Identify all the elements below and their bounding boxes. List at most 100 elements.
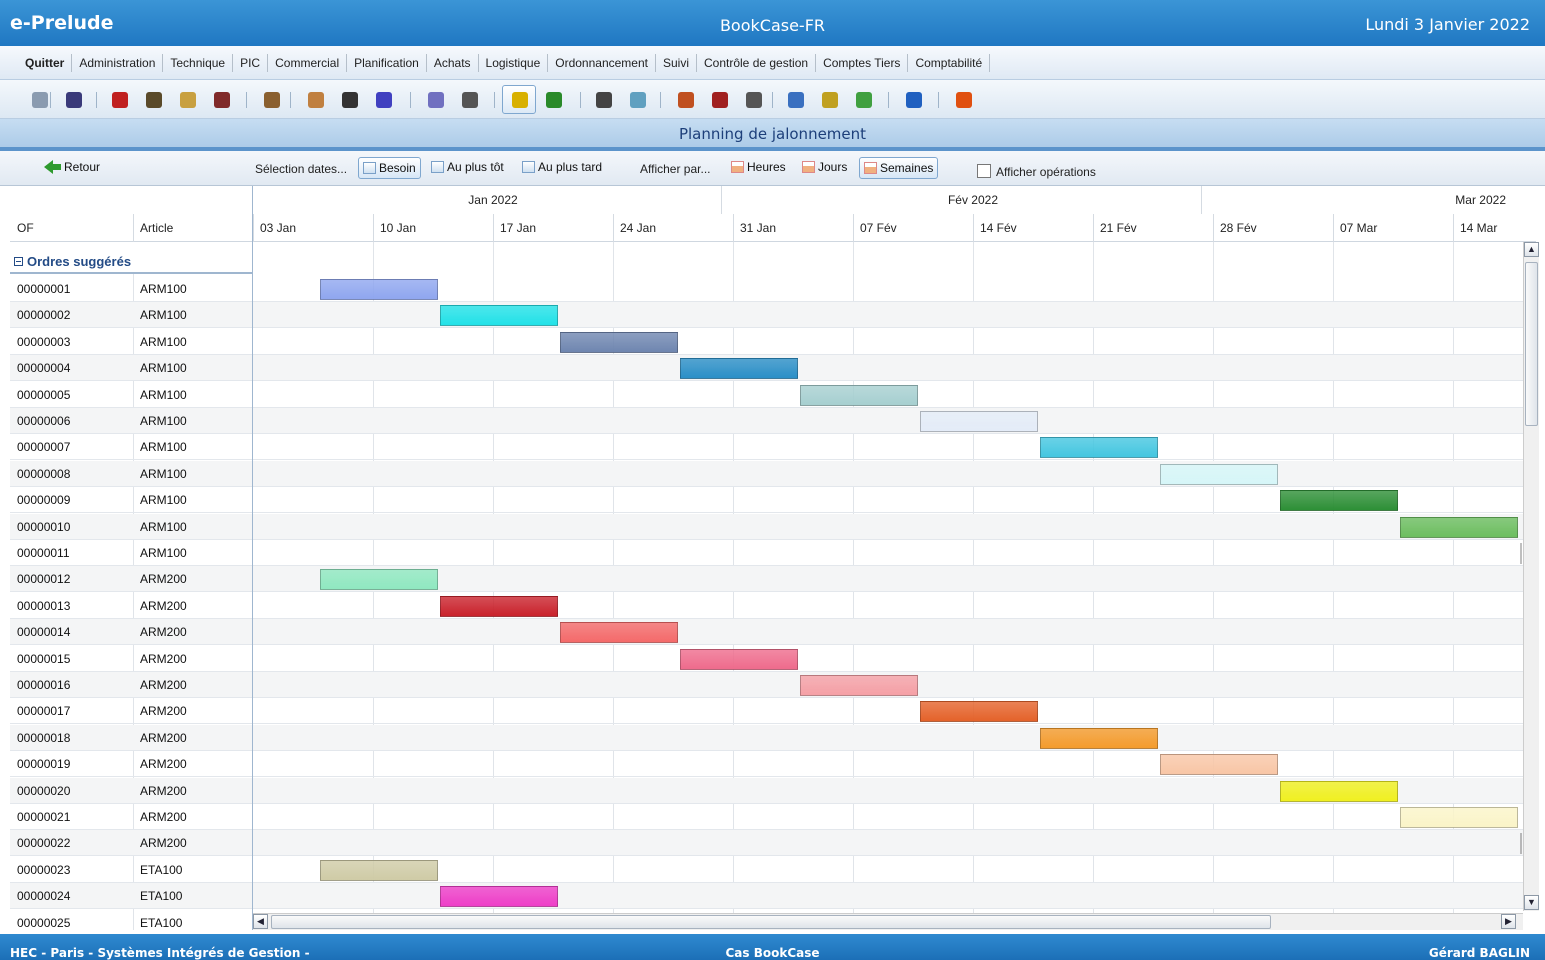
gantt-bar[interactable] xyxy=(1160,754,1279,776)
table-row[interactable]: 00000023 ETA100 xyxy=(10,857,1523,883)
table-row[interactable]: 00000022 ARM200 xyxy=(10,830,1523,857)
disk2-icon[interactable] xyxy=(746,92,762,108)
gantt-bar[interactable] xyxy=(440,886,559,908)
gantt-bar[interactable] xyxy=(800,384,919,406)
table-row[interactable]: 00000003 ARM100 xyxy=(10,329,1523,355)
eye-icon[interactable] xyxy=(462,92,478,108)
grid-icon[interactable] xyxy=(264,92,280,108)
gantt-bar[interactable] xyxy=(440,305,559,327)
bar-chart-icon[interactable] xyxy=(376,92,392,108)
gantt-bar[interactable] xyxy=(800,675,919,696)
semaines-button[interactable]: Semaines xyxy=(859,157,939,179)
menu-item-7[interactable]: Logistique xyxy=(479,54,549,72)
table-row[interactable]: 00000001 ARM100 xyxy=(10,276,1523,302)
menu-item-3[interactable]: PIC xyxy=(233,54,269,72)
table-row[interactable]: 00000014 ARM200 xyxy=(10,619,1523,646)
afficher-operations-checkbox[interactable] xyxy=(977,164,991,178)
move-icon[interactable] xyxy=(546,92,562,108)
table-row[interactable]: 00000012 ARM200 xyxy=(10,566,1523,593)
scroll-down-icon[interactable]: ▼ xyxy=(1524,895,1539,910)
gantt-bar[interactable] xyxy=(1280,490,1399,512)
gantt-bar[interactable] xyxy=(680,358,799,380)
table-row[interactable]: 00000016 ARM200 xyxy=(10,672,1523,698)
back-button[interactable]: Retour xyxy=(40,157,104,179)
menu-item-8[interactable]: Ordonnancement xyxy=(548,54,656,72)
gantt-bar[interactable] xyxy=(1520,833,1523,855)
table-row[interactable]: 00000018 ARM200 xyxy=(10,724,1523,751)
arrow-up-icon[interactable] xyxy=(956,92,972,108)
au-plus-tot-button[interactable]: Au plus tôt xyxy=(427,157,508,179)
gantt-bar[interactable] xyxy=(440,595,559,617)
table-row[interactable]: 00000002 ARM100 xyxy=(10,302,1523,329)
gantt-bar[interactable] xyxy=(320,859,439,881)
menu-item-6[interactable]: Achats xyxy=(427,54,479,72)
table-row[interactable]: 00000008 ARM100 xyxy=(10,460,1523,487)
table-row[interactable]: 00000024 ETA100 xyxy=(10,883,1523,910)
house-icon[interactable] xyxy=(788,92,804,108)
table-row[interactable]: 00000013 ARM200 xyxy=(10,593,1523,619)
scroll-left-icon[interactable]: ◀ xyxy=(253,914,268,929)
gantt-bar[interactable] xyxy=(1520,543,1523,564)
gear2-icon[interactable] xyxy=(428,92,444,108)
folder-icon[interactable] xyxy=(180,92,196,108)
save-icon[interactable] xyxy=(32,92,48,108)
gantt-bar[interactable] xyxy=(1400,807,1519,828)
vertical-scroll-thumb[interactable] xyxy=(1525,262,1538,426)
menu-item-0[interactable]: Quitter xyxy=(15,54,73,72)
menu-item-10[interactable]: Contrôle de gestion xyxy=(697,54,817,72)
gantt-bar[interactable] xyxy=(920,701,1039,723)
scroll-right-icon[interactable]: ▶ xyxy=(1501,914,1516,929)
horizontal-scrollbar[interactable]: ◀ ▶ xyxy=(253,913,1523,930)
table-row[interactable]: 00000011 ARM100 xyxy=(10,540,1523,566)
gantt-bar[interactable] xyxy=(1280,780,1399,802)
network-icon[interactable] xyxy=(214,92,230,108)
menu-item-9[interactable]: Suivi xyxy=(656,54,697,72)
horizontal-scroll-thumb[interactable] xyxy=(271,915,1271,929)
gantt-bar[interactable] xyxy=(560,622,679,644)
table-row[interactable]: 00000005 ARM100 xyxy=(10,382,1523,408)
gantt-bar[interactable] xyxy=(320,569,439,591)
table-row[interactable]: 00000006 ARM100 xyxy=(10,408,1523,434)
table-row[interactable]: 00000007 ARM100 xyxy=(10,434,1523,461)
gantt-bar[interactable] xyxy=(1040,437,1159,459)
calendar-icon[interactable] xyxy=(512,92,528,108)
menu-item-2[interactable]: Technique xyxy=(163,54,234,72)
group-row[interactable]: Ordres suggérés xyxy=(10,242,252,274)
gantt-bar[interactable] xyxy=(560,331,679,353)
heures-calendar-icon xyxy=(731,161,744,173)
collapse-icon[interactable] xyxy=(14,257,23,266)
help-icon[interactable] xyxy=(906,92,922,108)
factory-icon[interactable] xyxy=(712,92,728,108)
table-row[interactable]: 00000021 ARM200 xyxy=(10,804,1523,830)
menu-item-5[interactable]: Planification xyxy=(347,54,427,72)
vertical-scrollbar[interactable]: ▲ ▼ xyxy=(1523,242,1539,911)
menu-item-11[interactable]: Comptes Tiers xyxy=(816,54,909,72)
menu-item-12[interactable]: Comptabilité xyxy=(908,54,991,72)
besoin-button[interactable]: Besoin xyxy=(358,157,421,179)
stairs-icon[interactable] xyxy=(856,92,872,108)
gear-icon[interactable] xyxy=(308,92,324,108)
table-row[interactable]: 00000010 ARM100 xyxy=(10,513,1523,540)
table-row[interactable]: 00000017 ARM200 xyxy=(10,698,1523,725)
print-icon[interactable] xyxy=(66,92,82,108)
gantt-bar[interactable] xyxy=(320,279,439,300)
bomb-icon[interactable] xyxy=(112,92,128,108)
au-plus-tard-button[interactable]: Au plus tard xyxy=(518,157,606,179)
gantt-bar[interactable] xyxy=(1160,463,1279,485)
table-icon[interactable] xyxy=(342,92,358,108)
gantt-bar[interactable] xyxy=(1400,516,1519,538)
matrix-icon[interactable] xyxy=(630,92,646,108)
users-icon[interactable] xyxy=(822,92,838,108)
menu-item-1[interactable]: Administration xyxy=(72,54,164,72)
heures-button[interactable]: Heures xyxy=(727,157,790,179)
jours-button[interactable]: Jours xyxy=(798,157,851,179)
table-row[interactable]: 00000019 ARM200 xyxy=(10,751,1523,778)
gantt-bar[interactable] xyxy=(920,411,1039,432)
book-icon[interactable] xyxy=(146,92,162,108)
disk-icon[interactable] xyxy=(596,92,612,108)
target-icon[interactable] xyxy=(678,92,694,108)
gantt-bar[interactable] xyxy=(1040,727,1159,749)
menu-item-4[interactable]: Commercial xyxy=(268,54,348,72)
gantt-bar[interactable] xyxy=(680,648,799,670)
scroll-up-icon[interactable]: ▲ xyxy=(1524,242,1539,257)
